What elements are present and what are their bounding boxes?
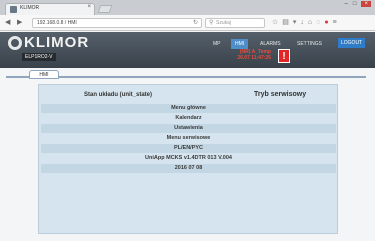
alarm-time: 26.07 11:47:26 — [237, 55, 271, 61]
menu-item-main[interactable]: Menu główne — [41, 104, 336, 113]
logo-text: KLIMOR — [24, 34, 90, 51]
unit-state-value: Tryb serwisowy — [254, 91, 307, 98]
logout-button[interactable]: LOGOUT — [338, 38, 366, 48]
favicon-icon — [10, 6, 17, 13]
klimor-logo: KLIMOR — [8, 34, 108, 52]
new-tab-button[interactable] — [97, 5, 113, 13]
hmi-tab[interactable]: HMI — [29, 70, 59, 79]
menu-item-settings[interactable]: Ustawienia — [41, 124, 336, 133]
nav-alarms[interactable]: ALARMS — [256, 39, 285, 49]
browser-toolbar: ◀ ▶ 192.168.0.8 / HMI ↻ ⚲ Szukaj ☆▤▾↓⌂◌●… — [0, 15, 375, 31]
home-icon[interactable]: ⌂ — [308, 19, 316, 26]
window-controls: –□ × — [345, 1, 371, 7]
alarm-warning-icon[interactable]: ! — [278, 49, 290, 63]
model-badge: ELP1RO2-V — [22, 53, 56, 61]
star-icon[interactable]: ☆ — [272, 19, 282, 26]
page-content: KLIMOR ELP1RO2-V MP HMI ALARMS SETTINGS … — [0, 32, 375, 241]
browser-tab[interactable]: KLIMOR × — [5, 3, 95, 15]
active-alarm-text[interactable]: (NR) A_Temp 26.07 11:47:26 — [235, 49, 271, 61]
menu-item-service[interactable]: Menu serwisowe — [41, 134, 336, 143]
menu-icon[interactable]: ≡ — [333, 19, 341, 26]
forward-icon[interactable]: ▶ — [17, 18, 22, 26]
firmware-date: 2016 07 08 — [41, 164, 336, 173]
back-icon[interactable]: ◀ — [5, 18, 10, 26]
reload-icon[interactable]: ↻ — [193, 19, 198, 26]
nav-settings[interactable]: SETTINGS — [293, 39, 326, 49]
firmware-version: UniApp MCKS v1.4DTR 013 V.004 — [145, 155, 232, 161]
close-tab-icon[interactable]: × — [87, 4, 91, 10]
menu-item-language[interactable]: PL/EN/PYC — [41, 144, 336, 153]
search-icon: ⚲ — [209, 20, 214, 26]
url-text: 192.168.0.8 / HMI — [37, 20, 77, 26]
unit-state-label: Stan układu (unit_state) — [84, 92, 153, 98]
minimize-icon[interactable]: – — [345, 1, 353, 7]
tab-strip: KLIMOR × –□ × — [0, 0, 375, 15]
toolbar-icons: ☆▤▾↓⌂◌●≡ — [272, 18, 341, 26]
search-placeholder: Szukaj — [216, 20, 232, 26]
url-bar[interactable]: 192.168.0.8 / HMI ↻ — [32, 18, 202, 28]
reading-list-icon[interactable]: ▤ — [282, 19, 293, 26]
search-bar[interactable]: ⚲ Szukaj — [205, 18, 265, 28]
close-window-icon[interactable]: × — [361, 1, 371, 7]
hmi-divider — [6, 76, 366, 78]
logo-ring-icon — [8, 36, 22, 50]
download-icon[interactable]: ↓ — [300, 19, 308, 26]
hmi-panel: Stan układu (unit_state) Tryb serwisowy … — [38, 84, 338, 234]
menu-item-calendar[interactable]: Kalendarz — [41, 114, 336, 123]
app-header: KLIMOR ELP1RO2-V MP HMI ALARMS SETTINGS … — [0, 32, 375, 68]
unit-state-row: Stan układu (unit_state) Tryb serwisowy — [41, 90, 336, 102]
nav-hmi[interactable]: HMI — [231, 39, 249, 49]
nav-mp[interactable]: MP — [209, 39, 225, 49]
tab-title: KLIMOR — [20, 5, 40, 11]
addon-icon[interactable]: ● — [324, 19, 332, 26]
browser-window: KLIMOR × –□ × ◀ ▶ 192.168.0.8 / HMI ↻ ⚲ S… — [0, 0, 375, 241]
